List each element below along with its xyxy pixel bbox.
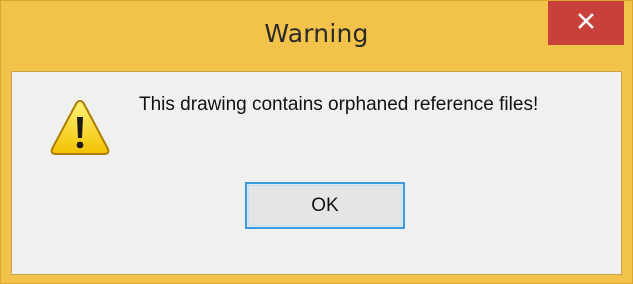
close-button[interactable] bbox=[548, 1, 624, 45]
dialog-body: This drawing contains orphaned reference… bbox=[11, 71, 622, 275]
warning-dialog-window: Warning This drawing contains orphaned r… bbox=[0, 0, 633, 284]
window-title: Warning bbox=[264, 19, 369, 48]
title-bar[interactable]: Warning bbox=[1, 1, 632, 71]
close-icon bbox=[577, 12, 595, 35]
warning-message: This drawing contains orphaned reference… bbox=[139, 94, 539, 115]
warning-icon bbox=[47, 97, 113, 157]
ok-button[interactable]: OK bbox=[245, 182, 405, 229]
